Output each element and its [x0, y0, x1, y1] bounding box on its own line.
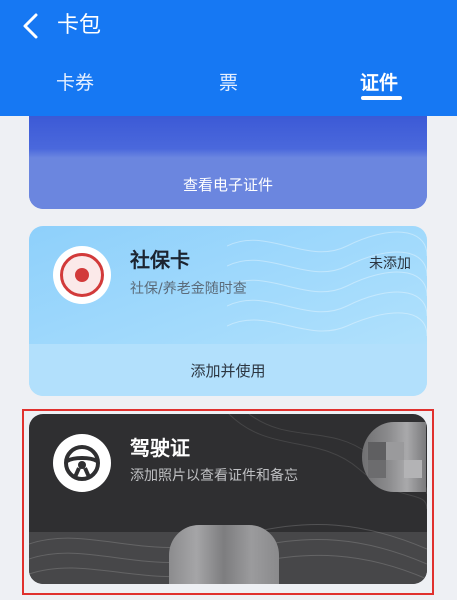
highlight-frame [22, 409, 434, 595]
active-tab-indicator [361, 96, 402, 100]
page-title: 卡包 [57, 13, 102, 38]
view-id-card-label: 查看电子证件 [182, 175, 273, 194]
social-security-card[interactable]: 社保卡 社保/养老金随时查 未添加 添加并使用 [29, 226, 427, 396]
card-name: 社保卡 [130, 248, 190, 272]
tab-bar: 卡券 票 证件 [0, 60, 457, 116]
card-pattern [227, 231, 427, 337]
tab-tickets[interactable]: 票 [219, 70, 238, 96]
card-description: 社保/养老金随时查 [130, 281, 247, 297]
back-button[interactable] [18, 10, 46, 42]
id-card[interactable]: 查看电子证件 [29, 116, 427, 209]
tab-certificates[interactable]: 证件 [360, 70, 398, 96]
tab-coupons[interactable]: 卡券 [56, 70, 94, 96]
chevron-left-icon [23, 13, 38, 39]
social-security-seal-icon [53, 246, 111, 304]
add-and-use-button[interactable]: 添加并使用 [29, 344, 427, 396]
app-header: 卡包 卡券 票 证件 [0, 0, 457, 116]
view-id-card-button[interactable]: 查看电子证件 [29, 159, 427, 209]
add-and-use-label: 添加并使用 [190, 361, 266, 380]
status-badge: 未添加 [369, 256, 411, 272]
